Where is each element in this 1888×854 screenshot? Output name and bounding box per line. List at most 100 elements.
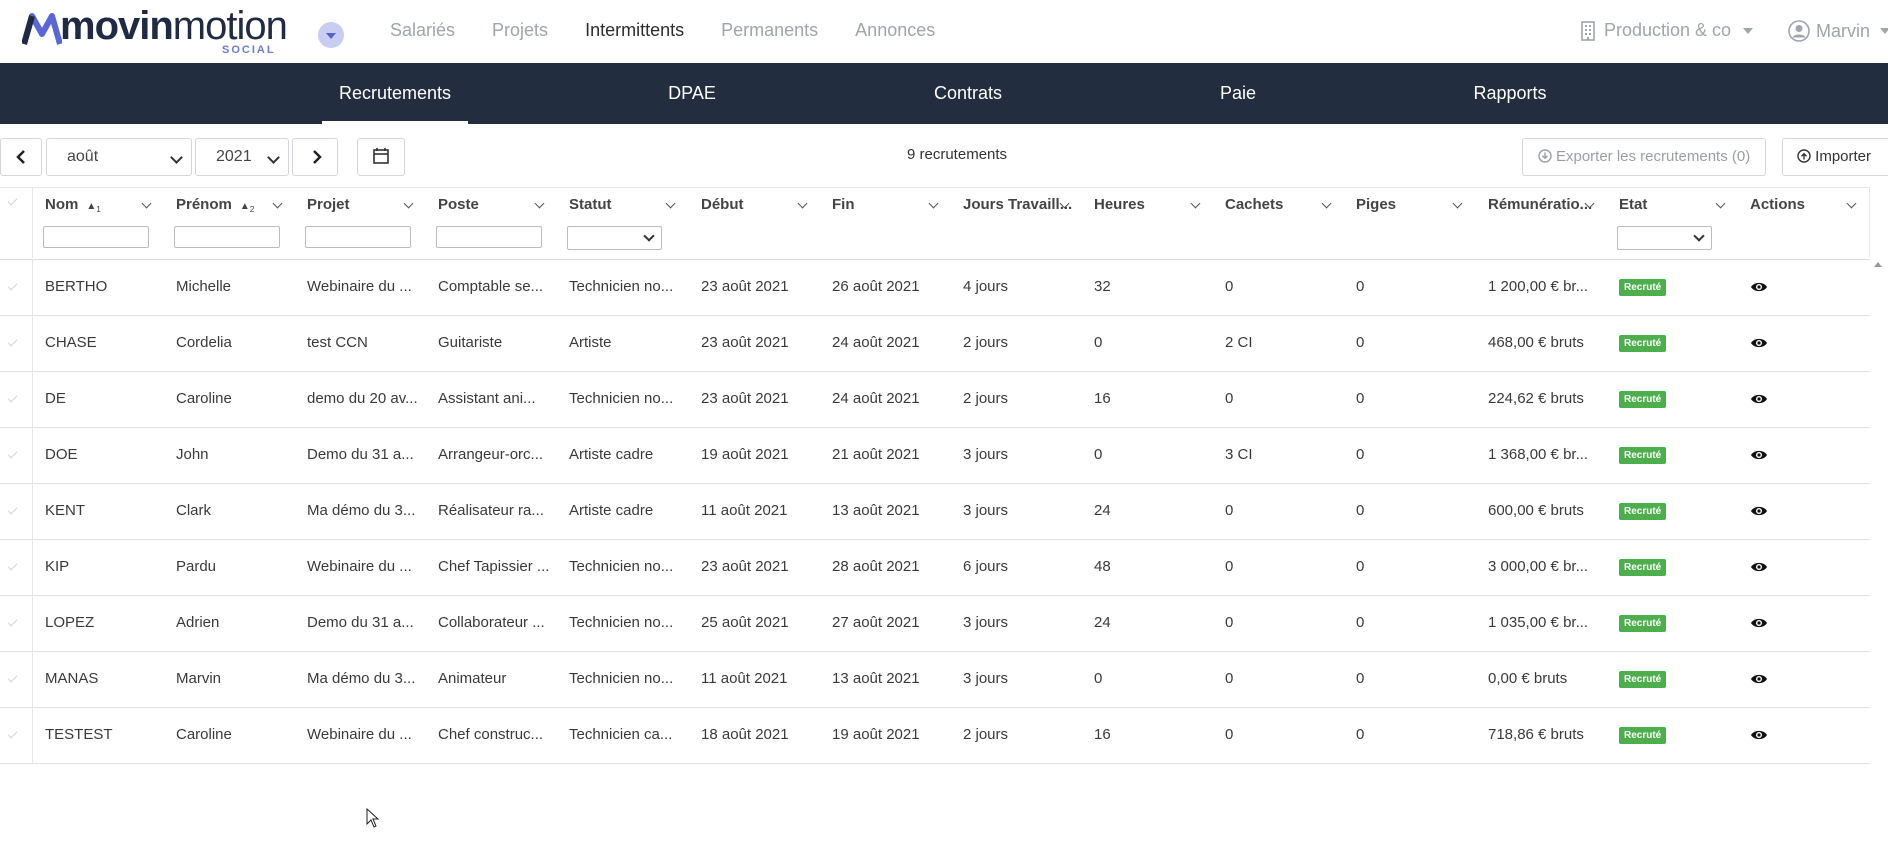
column-header-8[interactable]: Heures [1082, 188, 1213, 258]
column-menu-chevron-icon[interactable] [534, 198, 545, 209]
table-row[interactable]: KENT Clark Ma démo du 3... Réalisateur ra..… [0, 483, 1870, 540]
column-menu-chevron-icon[interactable] [1190, 198, 1201, 209]
cell-nom: MANAS [45, 670, 99, 687]
cell-projet: Demo du 31 a... [307, 614, 414, 631]
column-menu-chevron-icon[interactable] [1715, 198, 1726, 209]
user-menu[interactable]: Marvin [1788, 20, 1888, 42]
column-menu-chevron-icon[interactable] [797, 198, 808, 209]
topnav-item-4[interactable]: Annonces [855, 20, 935, 41]
column-filter-select[interactable] [567, 226, 662, 250]
company-selector[interactable]: Production & co [1580, 20, 1754, 41]
cell-nom: DE [45, 390, 66, 407]
column-header-0[interactable]: Nom ▲1 [33, 188, 164, 258]
cell-cachets: 0 [1225, 670, 1234, 687]
column-menu-chevron-icon[interactable] [1321, 198, 1332, 209]
row-checkbox[interactable] [0, 483, 33, 539]
column-filter-input[interactable] [436, 226, 542, 248]
column-menu-chevron-icon[interactable] [141, 198, 152, 209]
previous-month-button[interactable] [0, 138, 42, 176]
tab-1[interactable]: DPAE [662, 63, 722, 124]
eye-icon[interactable] [1750, 393, 1768, 405]
topnav-item-0[interactable]: Salariés [390, 20, 455, 41]
column-menu-chevron-icon[interactable] [403, 198, 414, 209]
column-header-5[interactable]: Début [689, 188, 820, 258]
cell-début: 11 août 2021 [701, 670, 788, 687]
row-checkbox[interactable] [0, 539, 33, 595]
column-header-9[interactable]: Cachets [1213, 188, 1344, 258]
row-checkbox[interactable] [0, 707, 33, 763]
eye-icon[interactable] [1750, 449, 1768, 461]
row-checkbox[interactable] [0, 651, 33, 707]
column-header-13[interactable]: Actions [1738, 188, 1869, 258]
column-header-11[interactable]: Rémunératio... [1476, 188, 1607, 258]
column-filter-input[interactable] [174, 226, 280, 248]
status-badge: Recruté [1619, 502, 1667, 520]
topnav-item-1[interactable]: Projets [492, 20, 548, 41]
cell-piges: 0 [1356, 726, 1365, 743]
topnav-item-3[interactable]: Permanents [721, 20, 818, 41]
mouse-cursor-icon [366, 808, 380, 828]
calendar-button[interactable] [357, 138, 405, 176]
column-menu-chevron-icon[interactable] [928, 198, 939, 209]
column-header-10[interactable]: Piges [1344, 188, 1475, 258]
tab-0[interactable]: Recrutements [322, 63, 468, 124]
next-month-button[interactable] [292, 138, 338, 176]
table-row[interactable]: TESTEST Caroline Webinaire du ... Chef cons… [0, 707, 1870, 764]
column-header-4[interactable]: Statut [557, 188, 688, 258]
eye-icon[interactable] [1750, 561, 1768, 573]
column-header-6[interactable]: Fin [820, 188, 951, 258]
table-row[interactable]: MANAS Marvin Ma démo du 3... Animateur Techn… [0, 651, 1870, 708]
table-row[interactable]: CHASE Cordelia test CCN Guitariste Artiste 23… [0, 315, 1870, 372]
tab-3[interactable]: Paie [1213, 63, 1263, 124]
row-checkbox[interactable] [0, 259, 33, 315]
month-select[interactable]: août [46, 138, 192, 176]
tab-4[interactable]: Rapports [1465, 63, 1555, 124]
table-row[interactable]: KIP Pardu Webinaire du ... Chef Tapissier .… [0, 539, 1870, 596]
cell-etat: Recruté [1607, 707, 1738, 763]
column-menu-chevron-icon[interactable] [665, 198, 676, 209]
chevron-down-icon [1693, 230, 1705, 242]
column-label-text: Jours Travaill... [963, 196, 1073, 213]
import-button[interactable]: Importer [1782, 138, 1888, 176]
column-menu-chevron-icon[interactable] [1846, 198, 1857, 209]
user-avatar-icon [1788, 20, 1810, 42]
app-switcher-chevron-icon[interactable] [318, 22, 344, 48]
topnav-item-2[interactable]: Intermittents [585, 20, 684, 41]
recruitment-count: 9 recrutements [907, 146, 1008, 163]
tab-2[interactable]: Contrats [928, 63, 1008, 124]
check-icon [7, 195, 18, 206]
year-select[interactable]: 2021 [195, 138, 289, 176]
column-header-1[interactable]: Prénom ▲2 [164, 188, 295, 258]
table-row[interactable]: DOE John Demo du 31 a... Arrangeur-orc... Ar… [0, 427, 1870, 484]
cell-jours-travaill-: 3 jours [963, 614, 1009, 631]
eye-icon[interactable] [1750, 729, 1768, 741]
column-filter-select[interactable] [1617, 226, 1712, 250]
column-filter-input[interactable] [305, 226, 411, 248]
column-label: Cachets [1225, 196, 1283, 213]
scroll-up-arrow-icon[interactable] [1874, 262, 1882, 267]
eye-icon[interactable] [1750, 281, 1768, 293]
table-row[interactable]: DE Caroline demo du 20 av... Assistant ani.… [0, 371, 1870, 428]
eye-icon[interactable] [1750, 337, 1768, 349]
column-header-2[interactable]: Projet [295, 188, 426, 258]
eye-icon[interactable] [1750, 673, 1768, 685]
column-filter-input[interactable] [43, 226, 149, 248]
table-row[interactable]: BERTHO Michelle Webinaire du ... Comptable … [0, 259, 1870, 316]
eye-icon[interactable] [1750, 617, 1768, 629]
column-header-12[interactable]: Etat [1607, 188, 1738, 258]
column-menu-chevron-icon[interactable] [1452, 198, 1463, 209]
eye-icon[interactable] [1750, 505, 1768, 517]
row-checkbox[interactable] [0, 371, 33, 427]
table-row[interactable]: LOPEZ Adrien Demo du 31 a... Collaborateur … [0, 595, 1870, 652]
user-name: Marvin [1816, 20, 1871, 41]
cell-fin: 13 août 2021 [832, 670, 920, 687]
export-button[interactable]: Exporter les recrutements (0) [1522, 138, 1766, 176]
row-checkbox[interactable] [0, 427, 33, 483]
column-header-7[interactable]: Jours Travaill... [951, 188, 1082, 258]
column-menu-chevron-icon[interactable] [272, 198, 283, 209]
column-header-3[interactable]: Poste [426, 188, 557, 258]
row-checkbox[interactable] [0, 315, 33, 371]
select-all-checkbox[interactable] [0, 188, 33, 258]
cell-fin: 24 août 2021 [832, 390, 920, 407]
row-checkbox[interactable] [0, 595, 33, 651]
